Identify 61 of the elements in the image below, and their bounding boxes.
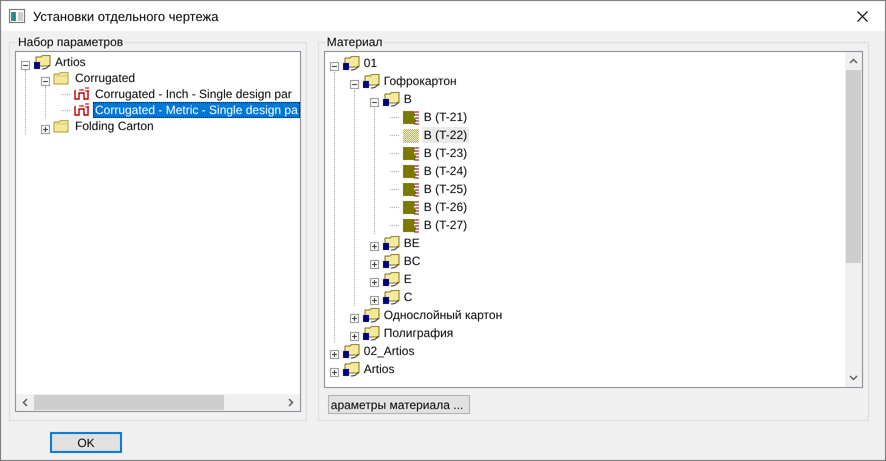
tree-item[interactable]: BC [402,253,422,269]
scroll-down-icon[interactable] [849,375,858,382]
tree-item[interactable]: B (T-21) [422,109,470,125]
folder-icon [33,54,51,70]
tree-item[interactable]: Полиграфия [382,325,456,341]
tree-item[interactable]: Artios [362,361,396,377]
tree-item[interactable]: B (T-22) [422,127,470,143]
scrollbar-thumb[interactable] [34,395,224,410]
material-icon [402,145,420,161]
folder-icon [382,91,400,107]
horizontal-scrollbar[interactable] [16,394,300,411]
tree-item[interactable]: Corrugated - Metric - Single design pa [93,102,300,118]
folder-icon [342,361,360,377]
folder-icon [382,235,400,251]
folder-icon [53,118,71,134]
ok-button[interactable]: OK [50,432,122,453]
scroll-up-icon[interactable] [849,58,858,64]
tree-item[interactable]: C [402,289,414,305]
tree-item[interactable]: Corrugated [73,70,138,86]
scroll-right-icon[interactable] [288,398,294,407]
folder-icon [342,343,360,359]
window-icon [9,9,25,23]
tree-item[interactable]: B [402,91,414,107]
tree-item[interactable]: E [402,271,414,287]
tree-item[interactable]: B (T-24) [422,163,470,179]
folder-icon [362,325,380,341]
tree-item[interactable]: B (T-27) [422,217,470,233]
tree-item[interactable]: B (T-26) [422,199,470,215]
vertical-scrollbar[interactable] [845,52,862,388]
tree-item[interactable]: 02_Artios [362,343,416,359]
tree-item[interactable]: Corrugated - Inch - Single design par [93,86,294,102]
folder-icon [382,289,400,305]
material-icon [402,199,420,215]
shape-icon [73,86,91,102]
folder-icon [382,271,400,287]
tree-item[interactable]: B (T-25) [422,181,470,197]
folder-icon [362,73,380,89]
tree-item[interactable]: Однослойный картон [382,307,504,323]
tree-item[interactable]: B (T-23) [422,145,470,161]
tree-item[interactable]: Гофрокартон [382,73,459,89]
folder-icon [342,55,360,71]
group-label: Набор параметров [17,35,124,49]
group-label: Материал [326,35,384,49]
scrollbar-thumb[interactable] [846,70,861,263]
tree-item[interactable]: BE [402,235,422,251]
shape-icon [73,102,91,118]
folder-icon [362,307,380,323]
folder-icon [53,70,71,86]
folder-icon [382,253,400,269]
pattern-icon [402,127,420,143]
tree-item[interactable]: Folding Carton [73,118,156,134]
tree-item[interactable]: Artios [53,54,88,70]
tree-item[interactable]: 01 [362,55,380,71]
close-icon [856,10,868,22]
window-title: Установки отдельного чертежа [33,8,220,24]
material-icon [402,163,420,179]
material-icon [402,217,420,233]
material-parameters-button[interactable]: араметры материала ... [328,395,470,414]
scroll-left-icon[interactable] [22,398,28,407]
material-icon [402,181,420,197]
material-icon [402,109,420,125]
